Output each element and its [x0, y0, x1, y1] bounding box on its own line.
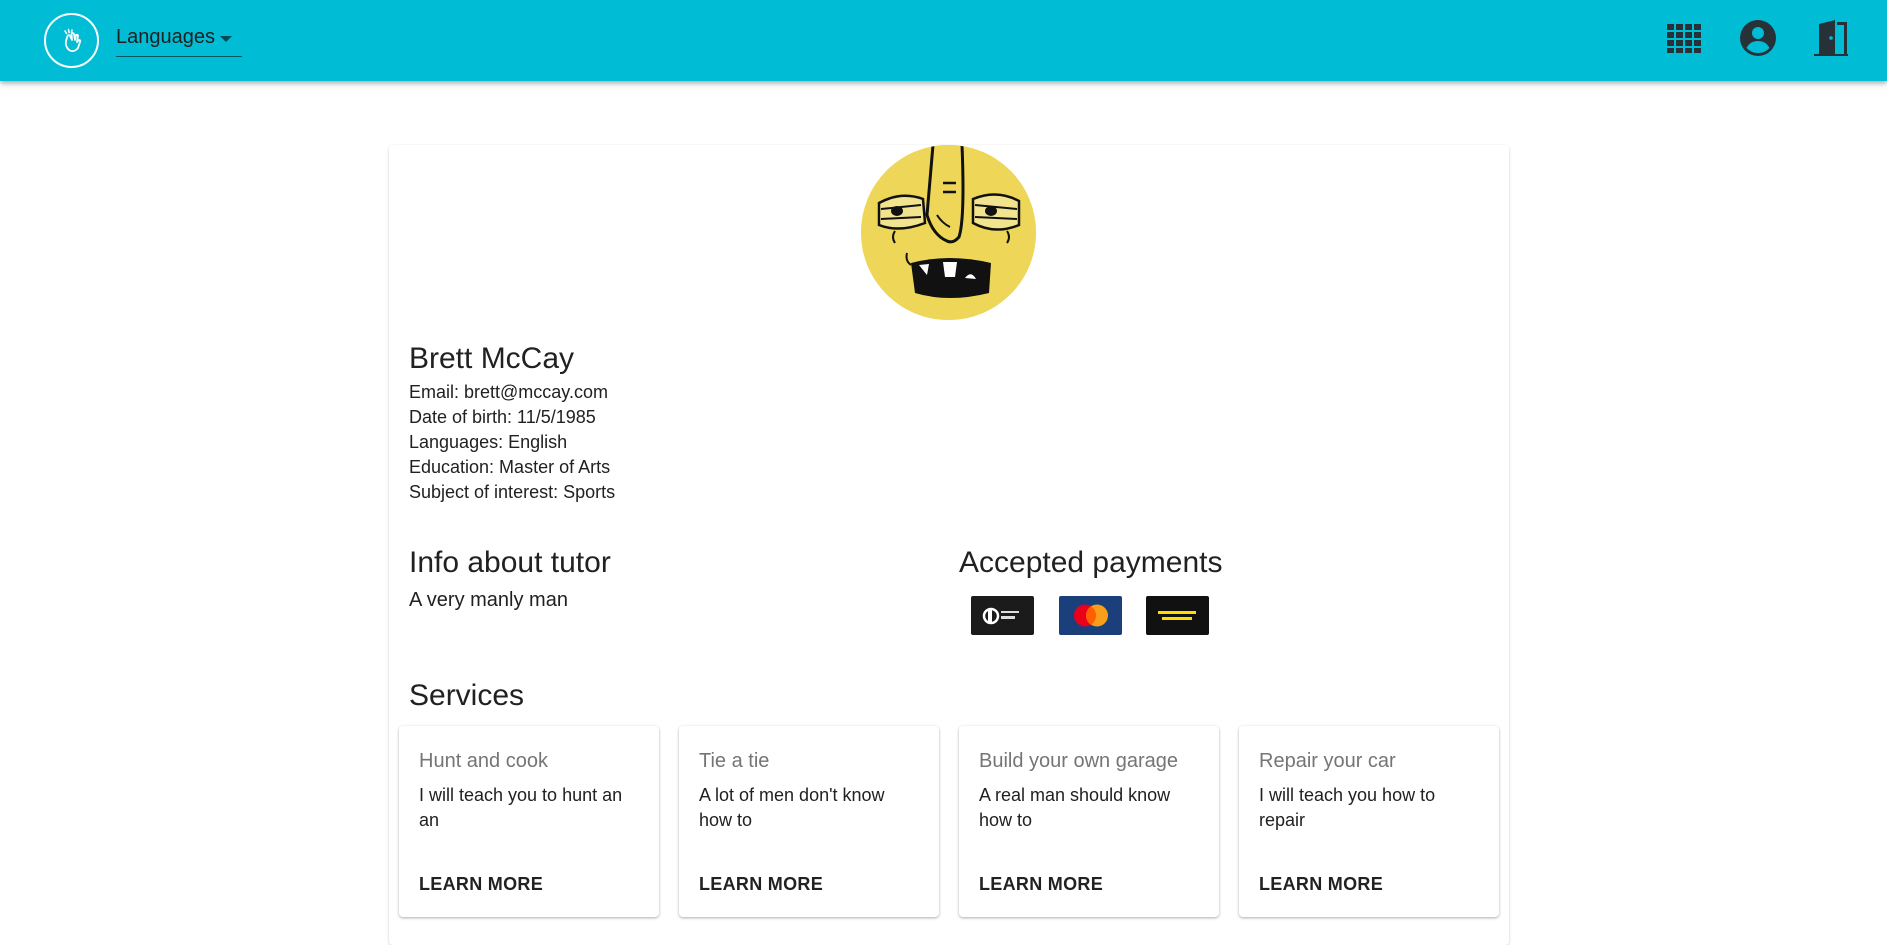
service-card: Build your own garage A real man should …	[959, 726, 1219, 917]
app-logo[interactable]	[44, 13, 99, 68]
cartoon-face-avatar	[861, 145, 1036, 320]
top-app-bar: Languages	[0, 0, 1887, 81]
services-heading: Services	[409, 679, 525, 712]
tutor-details: Email: brett@mccay.com Date of birth: 11…	[409, 380, 615, 505]
chevron-down-icon	[220, 36, 232, 42]
service-card: Tie a tie A lot of men don't know how to…	[679, 726, 939, 917]
email-detail: Email: brett@mccay.com	[409, 382, 608, 402]
tutor-name: Brett McCay	[409, 342, 575, 375]
western-union-logo	[1146, 596, 1209, 635]
service-title: Repair your car	[1259, 750, 1396, 772]
languages-detail: Languages: English	[409, 432, 568, 452]
service-card: Repair your car I will teach you how to …	[1239, 726, 1499, 917]
birthdate-detail: Date of birth: 11/5/1985	[409, 407, 596, 427]
learn-more-button[interactable]: LEARN MORE	[979, 874, 1103, 895]
service-description: I will teach you to hunt an an	[419, 785, 623, 830]
info-heading: Info about tutor	[409, 546, 611, 579]
learn-more-button[interactable]: LEARN MORE	[419, 874, 543, 895]
mastercard-logo	[1059, 596, 1122, 635]
payments-heading: Accepted payments	[959, 546, 1223, 579]
info-text: A very manly man	[409, 589, 568, 611]
profile-avatar	[861, 145, 1036, 320]
direct-debit-logo	[971, 596, 1034, 635]
service-description: A lot of men don't know how to	[699, 785, 885, 830]
service-description: I will teach you how to repair	[1259, 785, 1436, 830]
education-detail: Education: Master of Arts	[409, 457, 611, 477]
apps-grid-icon[interactable]	[1665, 18, 1705, 58]
subject-detail: Subject of interest: Sports	[409, 482, 616, 502]
logout-door-icon[interactable]	[1811, 18, 1851, 58]
learn-more-button[interactable]: LEARN MORE	[1259, 874, 1383, 895]
hand-wave-icon	[63, 28, 81, 52]
service-title: Hunt and cook	[419, 750, 548, 772]
language-select-label: Languages	[116, 26, 215, 48]
account-circle-icon[interactable]	[1738, 18, 1778, 58]
language-select[interactable]: Languages	[116, 22, 242, 57]
service-card: Hunt and cook I will teach you to hunt a…	[399, 726, 659, 917]
service-title: Build your own garage	[979, 750, 1179, 772]
service-title: Tie a tie	[699, 750, 770, 772]
learn-more-button[interactable]: LEARN MORE	[699, 874, 823, 895]
service-description: A real man should know how to	[979, 785, 1171, 830]
